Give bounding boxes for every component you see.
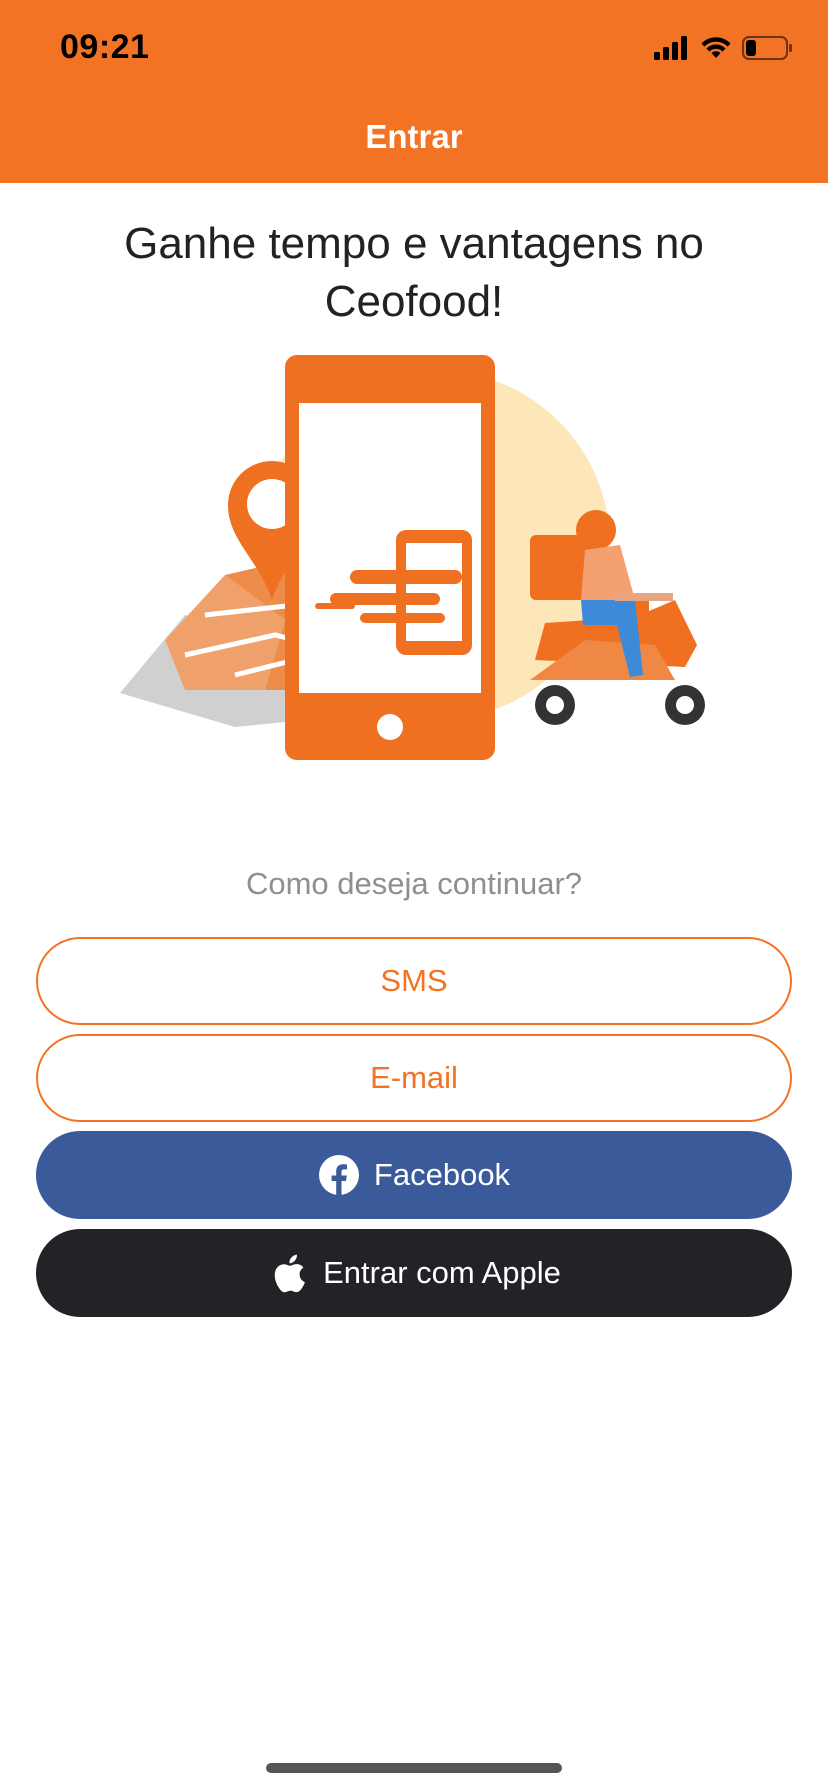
page-title: Entrar: [365, 118, 463, 155]
headline: Ganhe tempo e vantagens no Ceofood!: [124, 219, 704, 326]
wifi-icon: [700, 36, 732, 65]
apple-login-button[interactable]: Entrar com Apple: [36, 1229, 792, 1317]
facebook-login-button[interactable]: Facebook: [36, 1131, 792, 1219]
sms-button-label: SMS: [380, 963, 448, 998]
home-indicator[interactable]: [266, 1763, 562, 1773]
top-app-bar: 09:21 Entrar: [0, 0, 828, 183]
email-button-label: E-mail: [370, 1060, 458, 1095]
battery-low-icon: [742, 35, 794, 65]
status-time: 09:21: [60, 28, 150, 66]
facebook-button-label: Facebook: [373, 1157, 511, 1192]
email-login-button[interactable]: E-mail: [36, 1034, 792, 1122]
facebook-icon: [318, 1154, 360, 1196]
continue-prompt: Como deseja continuar?: [245, 866, 583, 901]
delivery-illustration: [115, 355, 715, 805]
sms-login-button[interactable]: SMS: [36, 937, 792, 1025]
apple-button-label: Entrar com Apple: [323, 1255, 561, 1290]
cellular-signal-icon: [654, 35, 690, 65]
status-icons: [654, 34, 794, 66]
apple-icon: [267, 1252, 309, 1294]
